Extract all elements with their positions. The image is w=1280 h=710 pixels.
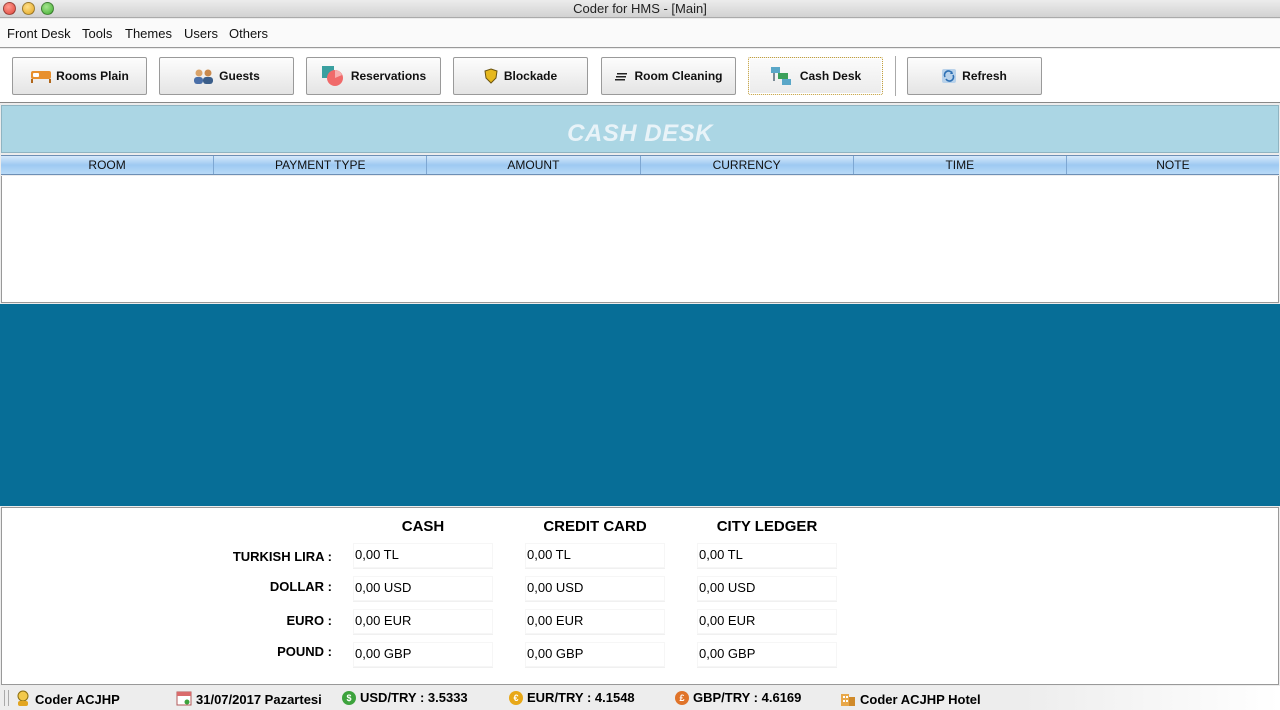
euro-coin-icon: €	[509, 690, 523, 705]
content-background-panel	[0, 304, 1280, 506]
status-eur-text: EUR/TRY : 4.1548	[527, 690, 635, 705]
city-ledger-eur-value: 0,00 EUR	[697, 609, 837, 635]
cash-usd-value: 0,00 USD	[353, 576, 493, 602]
window-titlebar: Coder for HMS - [Main]	[0, 0, 1280, 18]
credit-card-gbp-value: 0,00 GBP	[525, 642, 665, 668]
row-label-pound: POUND :	[277, 644, 332, 659]
menu-others[interactable]: Others	[229, 26, 268, 41]
row-label-euro: EURO :	[286, 613, 333, 628]
reservations-button[interactable]: Reservations	[306, 57, 441, 95]
status-usd-text: USD/TRY : 3.5333	[360, 690, 468, 705]
pound-coin-icon: £	[675, 690, 689, 705]
guests-button[interactable]: Guests	[159, 57, 294, 95]
toolbar-separator	[895, 56, 896, 96]
user-icon	[15, 690, 31, 709]
lines-icon	[614, 68, 628, 84]
column-header-room[interactable]: ROOM	[1, 156, 215, 174]
dollar-coin-icon: $	[342, 690, 356, 705]
status-date: 31/07/2017 Pazartesi	[176, 690, 322, 709]
rooms-plain-button[interactable]: Rooms Plain	[12, 57, 147, 95]
room-cleaning-label: Room Cleaning	[634, 69, 723, 83]
cash-tl-value: 0,00 TL	[353, 543, 493, 569]
cash-summary-panel: CASH CREDIT CARD CITY LEDGER TURKISH LIR…	[1, 507, 1279, 685]
cash-desk-button[interactable]: Cash Desk	[748, 57, 883, 95]
cash-desk-label: Cash Desk	[799, 69, 862, 83]
cash-gbp-value: 0,00 GBP	[353, 642, 493, 668]
refresh-icon	[942, 68, 957, 84]
city-ledger-gbp-value: 0,00 GBP	[697, 642, 837, 668]
status-gbp-text: GBP/TRY : 4.6169	[693, 690, 802, 705]
cash-register-icon	[770, 65, 794, 87]
status-eur-rate: € EUR/TRY : 4.1548	[509, 690, 635, 705]
shield-icon	[484, 68, 498, 84]
transactions-table-header: ROOM PAYMENT TYPE AMOUNT CURRENCY TIME N…	[1, 155, 1279, 175]
column-header-payment-type[interactable]: PAYMENT TYPE	[214, 156, 428, 174]
menu-front-desk[interactable]: Front Desk	[7, 26, 71, 41]
cash-eur-value: 0,00 EUR	[353, 609, 493, 635]
summary-header-city-ledger: CITY LEDGER	[716, 518, 818, 535]
column-header-note[interactable]: NOTE	[1067, 156, 1279, 174]
transactions-table-body[interactable]	[1, 176, 1279, 303]
column-header-amount[interactable]: AMOUNT	[427, 156, 641, 174]
row-label-turkish-lira: TURKISH LIRA :	[232, 549, 332, 564]
city-ledger-tl-value: 0,00 TL	[697, 543, 837, 569]
room-cleaning-button[interactable]: Room Cleaning	[601, 57, 736, 95]
reservations-label: Reservations	[350, 69, 427, 83]
summary-header-cash: CASH	[401, 518, 445, 535]
blockade-label: Blockade	[503, 69, 558, 83]
status-gbp-rate: £ GBP/TRY : 4.6169	[675, 690, 801, 705]
guests-icon	[193, 68, 214, 84]
window-title: Coder for HMS - [Main]	[573, 1, 707, 16]
status-date-text: 31/07/2017 Pazartesi	[196, 692, 322, 707]
menu-tools[interactable]: Tools	[82, 26, 112, 41]
status-usd-rate: $ USD/TRY : 3.5333	[342, 690, 468, 705]
menu-themes[interactable]: Themes	[125, 26, 172, 41]
bed-icon	[30, 68, 52, 84]
credit-card-usd-value: 0,00 USD	[525, 576, 665, 602]
column-header-time[interactable]: TIME	[854, 156, 1067, 174]
status-hotel-text: Coder ACJHP Hotel	[860, 692, 981, 707]
city-ledger-usd-value: 0,00 USD	[697, 576, 837, 602]
status-user-text: Coder ACJHP	[35, 692, 120, 707]
menu-bar: Front Desk Tools Themes Users Others	[0, 19, 1280, 48]
reservations-icon	[321, 65, 345, 87]
panel-title: CASH DESK	[567, 120, 713, 147]
credit-card-tl-value: 0,00 TL	[525, 543, 665, 569]
status-user: Coder ACJHP	[15, 690, 120, 709]
status-hotel: Coder ACJHP Hotel	[840, 690, 981, 709]
row-label-dollar: DOLLAR :	[269, 579, 332, 594]
calendar-icon	[176, 690, 192, 709]
summary-header-credit-card: CREDIT CARD	[543, 518, 647, 535]
guests-label: Guests	[219, 69, 260, 83]
building-icon	[840, 690, 856, 709]
column-header-currency[interactable]: CURRENCY	[641, 156, 854, 174]
status-bar: Coder ACJHP 31/07/2017 Pazartesi $ USD/T…	[0, 686, 1280, 710]
menu-users[interactable]: Users	[184, 26, 218, 41]
refresh-label: Refresh	[962, 69, 1007, 83]
main-toolbar: Rooms Plain Guests Reservations Blockade…	[0, 49, 1280, 103]
resize-grip	[4, 690, 9, 706]
cash-desk-header: CASH DESK	[1, 105, 1279, 153]
blockade-button[interactable]: Blockade	[453, 57, 588, 95]
credit-card-eur-value: 0,00 EUR	[525, 609, 665, 635]
refresh-button[interactable]: Refresh	[907, 57, 1042, 95]
rooms-plain-label: Rooms Plain	[56, 69, 129, 83]
